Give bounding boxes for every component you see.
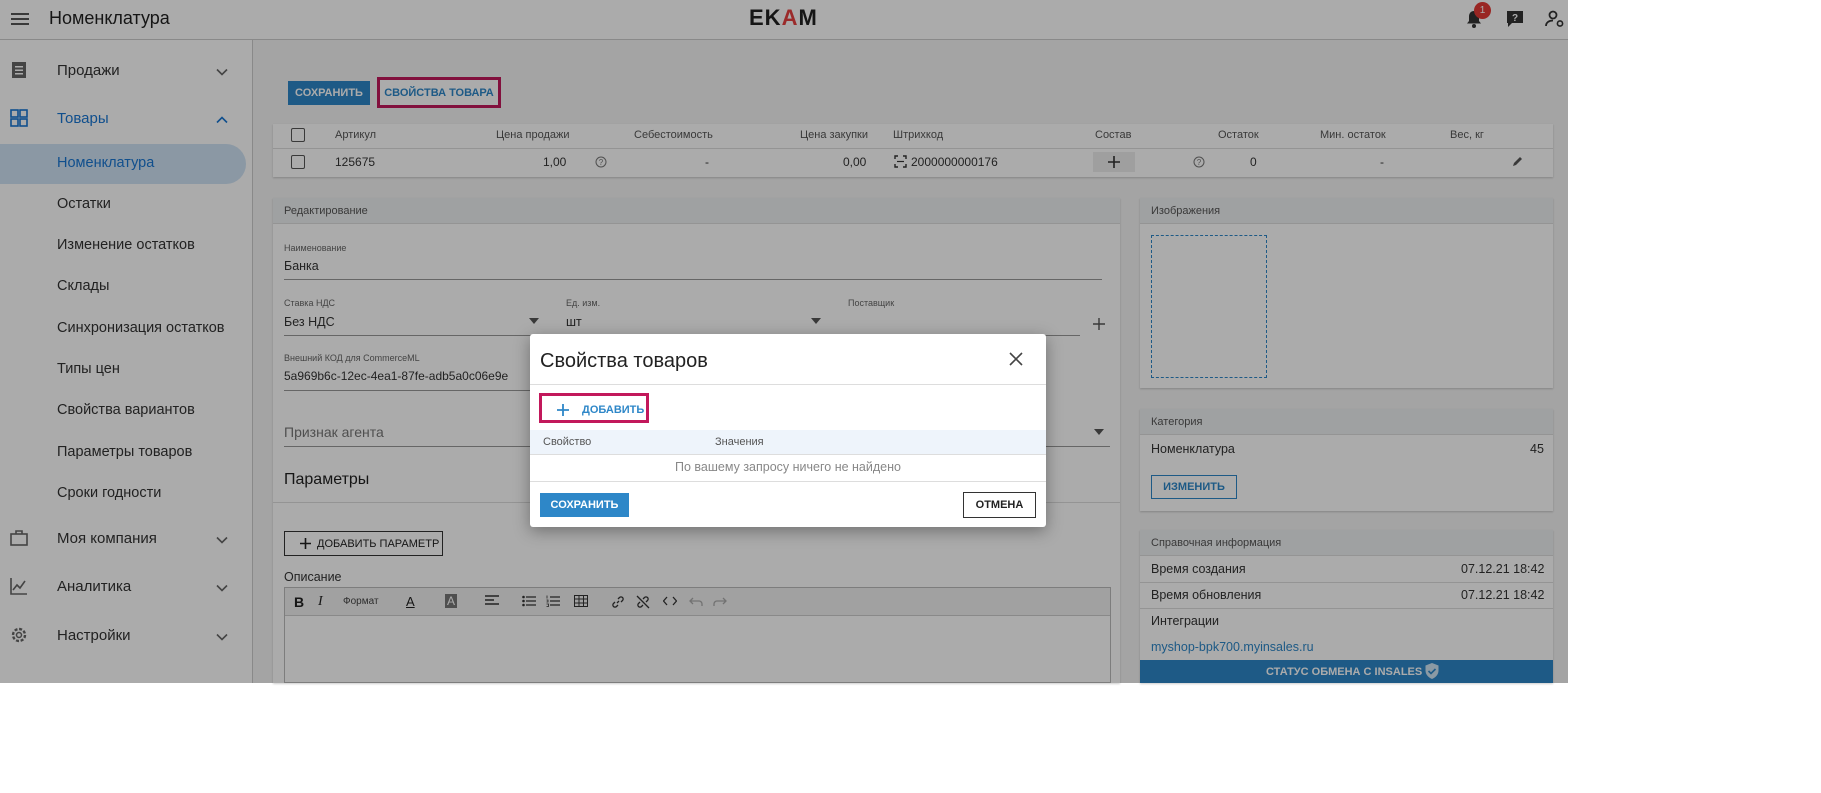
product-properties-dialog: Свойства товаров ДОБАВИТЬ Свойство Значе… [530, 334, 1046, 527]
dialog-save-button[interactable]: СОХРАНИТЬ [540, 493, 629, 517]
empty-message: По вашему запросу ничего не найдено [675, 460, 901, 474]
dialog-title: Свойства товаров [540, 350, 708, 372]
plus-icon [557, 404, 569, 416]
divider [530, 384, 1046, 385]
close-icon[interactable] [1009, 352, 1023, 366]
add-property-label: ДОБАВИТЬ [582, 404, 645, 416]
properties-table-header: Свойство Значения [530, 430, 1046, 455]
add-property-button[interactable]: ДОБАВИТЬ [539, 393, 649, 423]
col-header: Свойство [543, 436, 592, 448]
dialog-cancel-button[interactable]: ОТМЕНА [963, 492, 1036, 518]
divider [530, 481, 1046, 482]
col-header: Значения [715, 436, 764, 448]
